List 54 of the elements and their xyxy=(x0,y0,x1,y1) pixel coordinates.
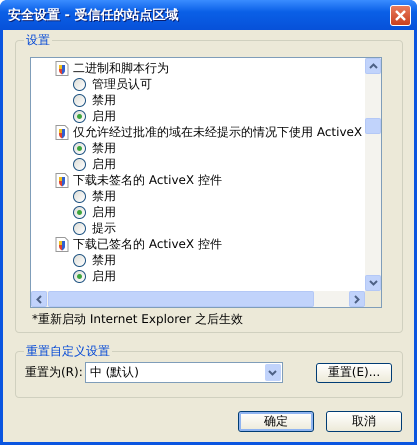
shield-document-icon xyxy=(55,236,69,252)
reset-to-label: 重置为(R): xyxy=(25,364,83,381)
reset-button[interactable]: 重置(E)... xyxy=(316,362,392,382)
level-dropdown[interactable]: 中 (默认) xyxy=(84,362,283,383)
scroll-up-button[interactable] xyxy=(365,58,381,74)
chevron-right-icon xyxy=(354,294,360,304)
settings-list[interactable]: 二进制和脚本行为 管理员认可 禁用 启用 仅允许经过批准的域在未经提示的情况下使用 ActiveX 禁用 启用 下载未签名的 ActiveX 控件 禁用 启用 提示 下载已签名的 ActiveX 控件 禁用 启用 xyxy=(30,57,382,308)
group-label: 设置 xyxy=(24,33,52,48)
shield-document-icon xyxy=(55,124,69,140)
radio-button[interactable] xyxy=(73,142,86,154)
radio-button[interactable] xyxy=(73,78,86,90)
shield-document-icon xyxy=(55,60,69,76)
radio-button[interactable] xyxy=(73,270,86,282)
scroll-thumb[interactable] xyxy=(365,118,381,134)
close-icon xyxy=(394,8,407,22)
setting-label: 下载已签名的 ActiveX 控件 xyxy=(73,236,222,252)
option-label: 启用 xyxy=(92,204,116,220)
vertical-scrollbar[interactable] xyxy=(365,58,381,291)
option-label: 管理员认可 xyxy=(92,76,152,92)
close-button[interactable] xyxy=(390,4,411,26)
horizontal-scrollbar[interactable] xyxy=(31,291,365,307)
setting-label: 下载未签名的 ActiveX 控件 xyxy=(73,172,222,188)
window-title: 安全设置 - 受信任的站点区域 xyxy=(7,6,178,24)
chevron-up-icon xyxy=(368,63,378,69)
scroll-right-button[interactable] xyxy=(349,291,365,307)
option-label: 启用 xyxy=(92,108,116,124)
option-label: 提示 xyxy=(92,220,116,236)
option-label: 禁用 xyxy=(92,140,116,156)
scroll-thumb[interactable] xyxy=(48,291,314,307)
chevron-down-icon xyxy=(368,280,378,286)
dialog-button[interactable]: 取消 xyxy=(326,411,402,432)
shield-document-icon xyxy=(55,172,69,188)
restart-note: *重新启动 Internet Explorer 之后生效 xyxy=(31,312,244,326)
option-label: 禁用 xyxy=(92,92,116,108)
scroll-left-button[interactable] xyxy=(31,291,47,307)
dialog-button[interactable]: 确定 xyxy=(238,411,314,432)
radio-button[interactable] xyxy=(73,222,86,234)
setting-label: 仅允许经过批准的域在未经提示的情况下使用 ActiveX xyxy=(73,124,362,140)
setting-label: 二进制和脚本行为 xyxy=(73,60,169,76)
group-label: 重置自定义设置 xyxy=(24,344,112,359)
option-label: 禁用 xyxy=(92,188,116,204)
chevron-down-icon xyxy=(268,370,278,376)
radio-button[interactable] xyxy=(73,158,86,170)
radio-button[interactable] xyxy=(73,110,86,122)
radio-button[interactable] xyxy=(73,206,86,218)
option-label: 禁用 xyxy=(92,252,116,268)
chevron-left-icon xyxy=(36,294,42,304)
option-label: 启用 xyxy=(92,268,116,284)
scrollbar-corner xyxy=(365,291,381,307)
radio-button[interactable] xyxy=(73,190,86,202)
radio-button[interactable] xyxy=(73,254,86,266)
option-label: 启用 xyxy=(92,156,116,172)
radio-button[interactable] xyxy=(73,94,86,106)
scroll-down-button[interactable] xyxy=(365,275,381,291)
